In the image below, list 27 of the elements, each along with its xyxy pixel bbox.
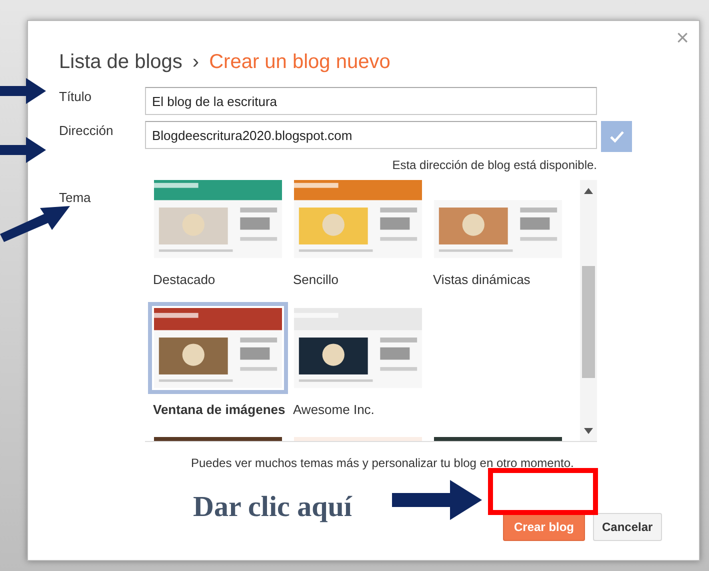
breadcrumb-link[interactable]: Lista de blogs <box>59 47 182 77</box>
annotation-text: Dar clic aquí <box>193 490 352 525</box>
theme-tile[interactable] <box>148 302 288 394</box>
field-label: Dirección <box>59 122 114 140</box>
text-field[interactable]: El blog de la escritura <box>145 87 597 115</box>
theme-name: Awesome Inc. <box>293 400 376 418</box>
field-label: Tema <box>59 189 92 207</box>
cancel-button[interactable]: Cancelar <box>593 513 662 541</box>
arrow-icon <box>0 78 46 104</box>
help-text: Puedes ver muchos temas más y personalizar tu blog en otro momento. <box>191 455 575 472</box>
theme-name: Ventana de imágenes <box>153 400 286 419</box>
arrow-icon <box>0 137 46 163</box>
check-button[interactable] <box>601 121 632 152</box>
check-icon <box>610 130 624 142</box>
text-field[interactable]: Blogdeescritura2020.blogspot.com <box>145 121 597 149</box>
availability-message: Esta dirección de blog está disponible. <box>391 157 597 174</box>
arrow-icon <box>392 480 482 520</box>
scroll-up-icon[interactable] <box>584 188 593 194</box>
theme-name: Destacado <box>153 271 216 289</box>
page-title: Crear un blog nuevo <box>209 50 390 75</box>
theme-name: Sencillo <box>293 271 340 289</box>
scrollbar-thumb[interactable] <box>582 266 595 378</box>
theme-name: Vistas dinámicas <box>433 271 532 289</box>
breadcrumb-separator: › <box>192 50 200 75</box>
scroll-down-icon[interactable] <box>584 428 593 434</box>
scrollbar[interactable] <box>580 180 597 441</box>
field-label: Título <box>59 88 93 106</box>
